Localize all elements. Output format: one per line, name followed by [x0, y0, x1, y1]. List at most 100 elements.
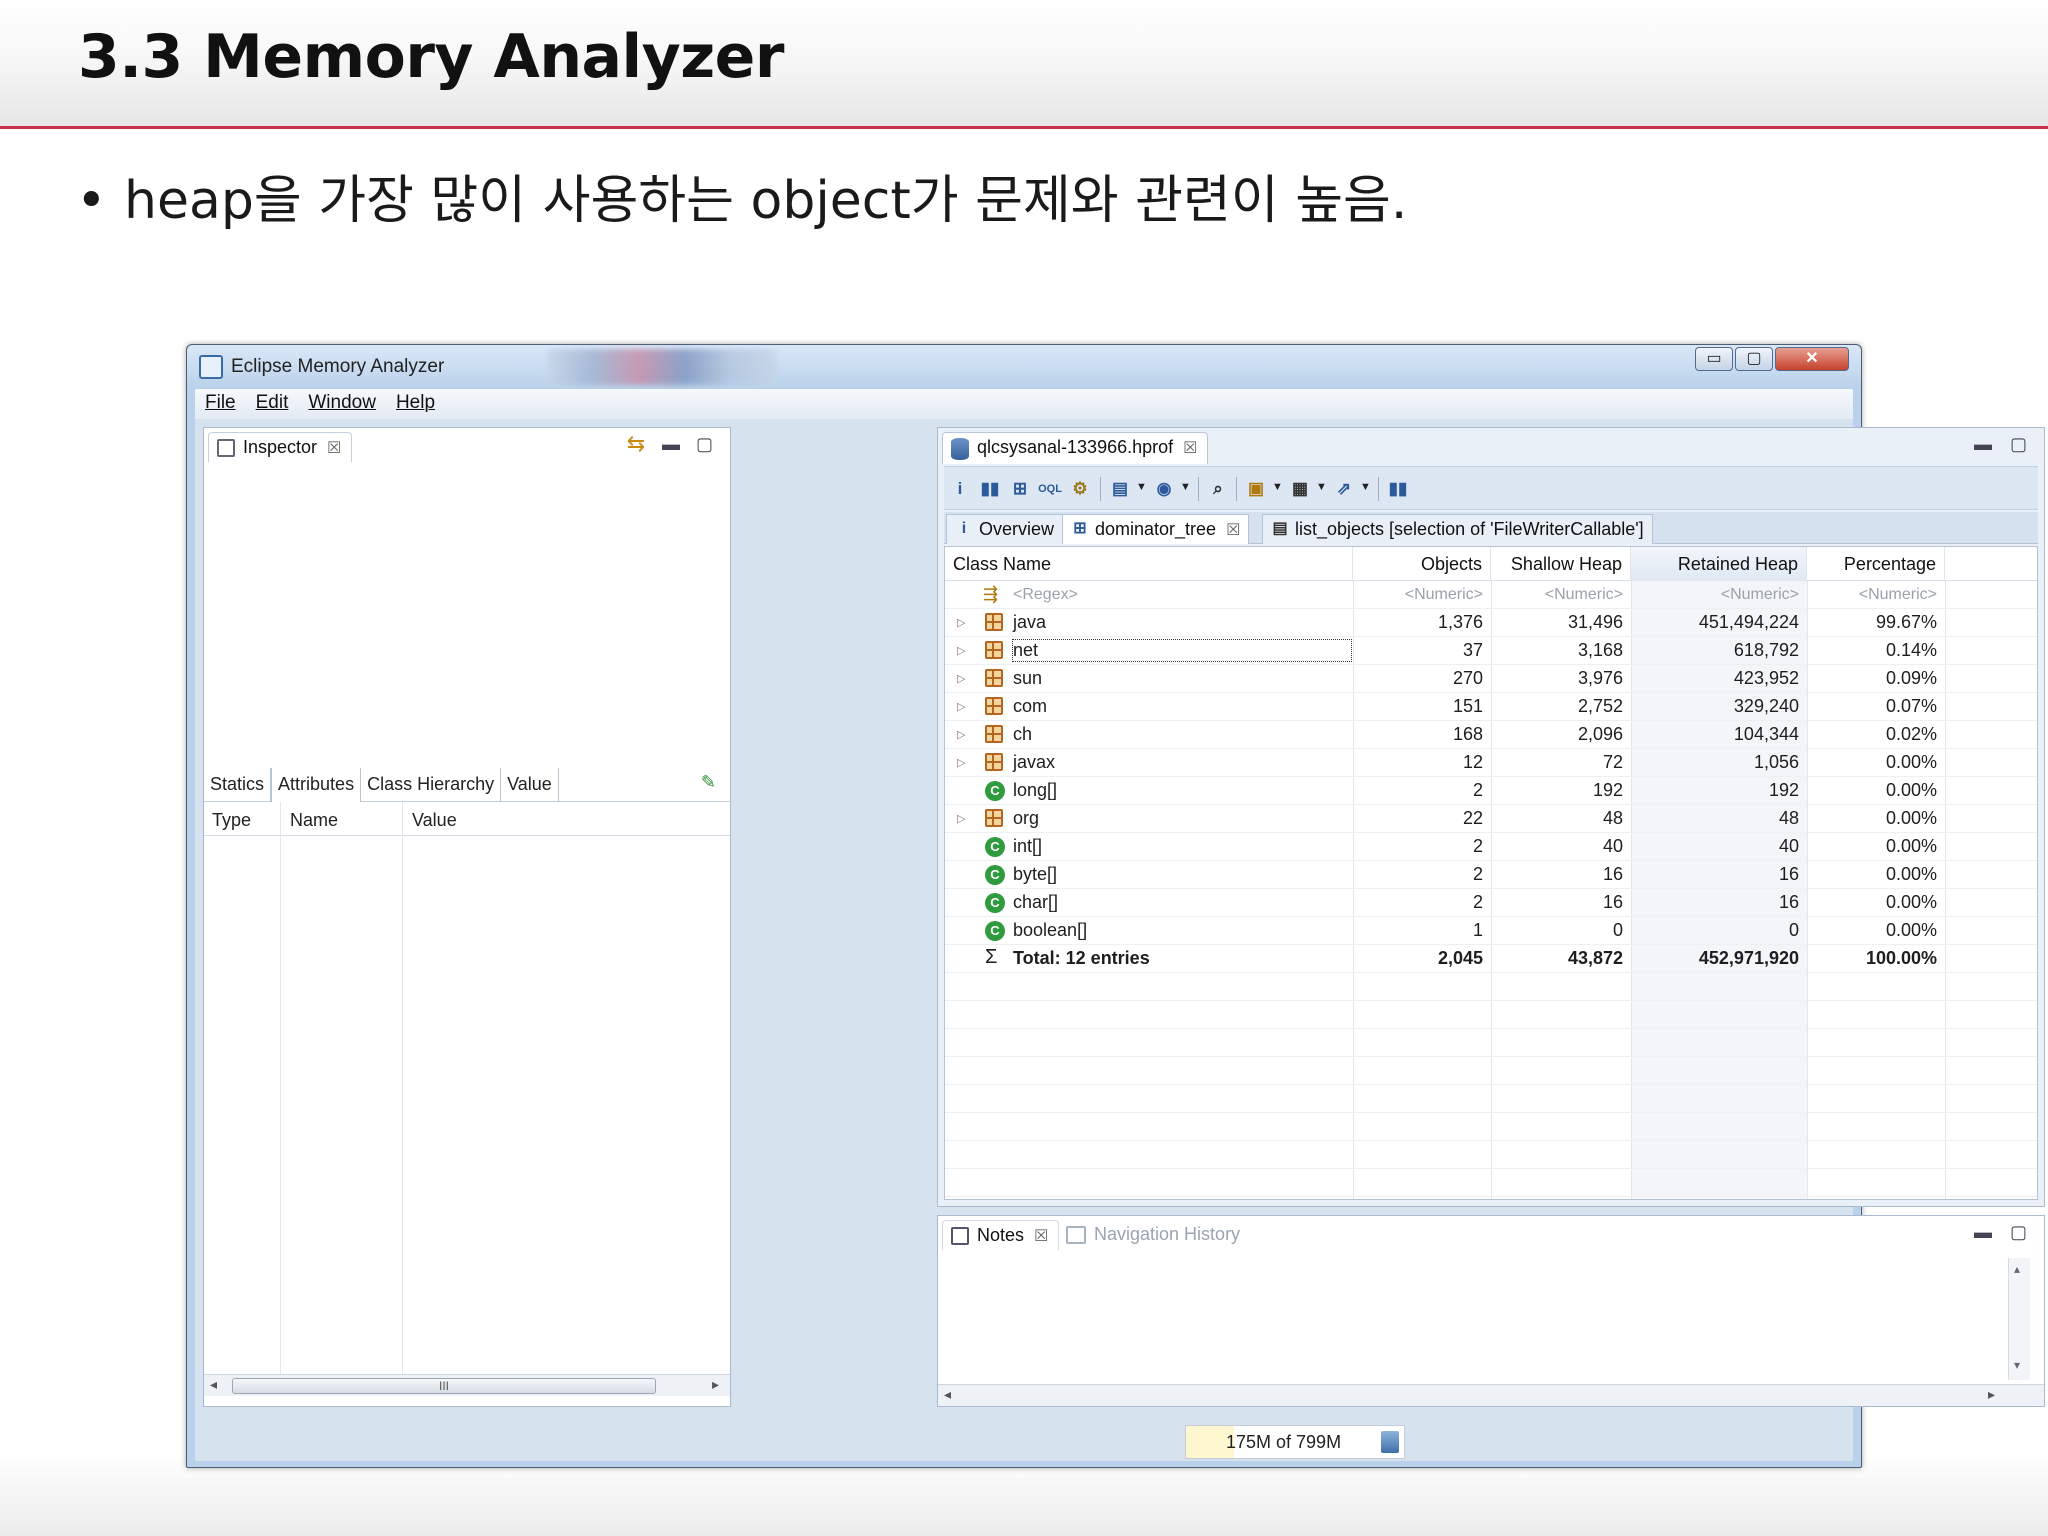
tab-dominator-tree[interactable]: ⊞ dominator_tree ☒ — [1062, 514, 1250, 544]
column-retained-heap[interactable]: Retained Heap — [1631, 547, 1807, 581]
info-icon[interactable]: i — [948, 477, 972, 501]
vertical-scrollbar[interactable]: ▴ ▾ — [2008, 1258, 2030, 1380]
maximize-view-icon[interactable]: ▢ — [696, 434, 713, 455]
cell-class-name: net — [1012, 639, 1352, 662]
scroll-up-icon[interactable]: ▴ — [2014, 1262, 2020, 1276]
cell-percentage: 100.00% — [1865, 948, 1937, 968]
inspector-tab[interactable]: Inspector ☒ — [208, 432, 353, 462]
close-icon[interactable]: ☒ — [1183, 440, 1197, 457]
chevron-down-icon[interactable]: ▼ — [1360, 481, 1371, 493]
tab-overview[interactable]: i Overview — [946, 514, 1064, 544]
scroll-thumb[interactable]: III — [232, 1378, 656, 1394]
group-by-icon[interactable]: ▣ — [1244, 477, 1268, 501]
cell-class-name: byte[] — [1013, 864, 1058, 884]
column-shallow-heap[interactable]: Shallow Heap — [1491, 547, 1631, 581]
horizontal-scrollbar[interactable]: ◂ III ▸ — [204, 1374, 730, 1396]
retained-icon[interactable]: ▮▮ — [1386, 477, 1410, 501]
expand-icon[interactable]: ▷ — [957, 700, 965, 713]
table-row[interactable]: ▷ org 22 48 48 0.00% — [945, 805, 2037, 833]
tab-statics[interactable]: Statics — [204, 768, 272, 802]
search-icon[interactable]: ⌕ — [1206, 477, 1230, 501]
export-icon[interactable]: ⇗ — [1332, 477, 1356, 501]
tab-list-objects[interactable]: ▤ list_objects [selection of 'FileWriterC… — [1262, 514, 1653, 544]
table-row[interactable]: ▷ com 151 2,752 329,240 0.07% — [945, 693, 2037, 721]
cell-retained: 451,494,224 — [1698, 612, 1799, 632]
oql-icon[interactable]: OQL — [1038, 477, 1062, 501]
column-class-name[interactable]: Class Name — [945, 547, 1353, 581]
menu-edit[interactable]: Edit — [246, 389, 299, 414]
chevron-down-icon[interactable]: ▼ — [1180, 481, 1191, 493]
table-row[interactable]: ▷ ch 168 2,096 104,344 0.02% — [945, 721, 2037, 749]
expand-icon[interactable]: ▷ — [957, 812, 965, 825]
table-row[interactable]: Cchar[] 2 16 16 0.00% — [945, 889, 2037, 917]
horizontal-scrollbar[interactable]: ◂ ▸ — [938, 1384, 2044, 1406]
cell-retained: 0 — [1788, 920, 1799, 940]
cell-shallow: 31,496 — [1567, 612, 1623, 632]
table-row[interactable]: ▷ javax 12 72 1,056 0.00% — [945, 749, 2037, 777]
expand-icon[interactable]: ▷ — [957, 728, 965, 741]
table-row[interactable]: Clong[] 2 192 192 0.00% — [945, 777, 2037, 805]
column-name[interactable]: Name — [290, 810, 338, 831]
gear-icon[interactable]: ⚙ — [1068, 477, 1092, 501]
heap-status[interactable]: 175M of 799M — [1185, 1425, 1405, 1459]
maximize-button[interactable]: ▢ — [1735, 347, 1773, 371]
close-icon[interactable]: ☒ — [1034, 1228, 1048, 1245]
pin-icon[interactable]: ✎ — [701, 772, 716, 793]
navigation-history-tab[interactable]: Navigation History — [1066, 1224, 1240, 1245]
table-row[interactable]: ▷ java 1,376 31,496 451,494,224 99.67% — [945, 609, 2037, 637]
menu-help[interactable]: Help — [386, 389, 445, 414]
link-with-view-icon[interactable]: ⇆ — [624, 432, 648, 456]
total-row[interactable]: Σ Total: 12 entries 2,045 43,872 452,971,920… — [945, 945, 2037, 973]
close-button[interactable]: ✕ — [1775, 347, 1849, 371]
column-percentage[interactable]: Percentage — [1807, 547, 1945, 581]
title-bar[interactable]: Eclipse Memory Analyzer ▭ ▢ ✕ — [187, 345, 1861, 389]
tab-list-objects-label: list_objects [selection of 'FileWriterCa… — [1295, 519, 1644, 539]
table-row[interactable]: Cboolean[] 1 0 0 0.00% — [945, 917, 2037, 945]
tab-class-hierarchy[interactable]: Class Hierarchy — [361, 768, 502, 802]
expand-icon[interactable]: ▷ — [957, 644, 965, 657]
scroll-down-icon[interactable]: ▾ — [2014, 1358, 2020, 1372]
histogram-icon[interactable]: ▮▮ — [978, 477, 1002, 501]
table-row[interactable]: Cint[] 2 40 40 0.00% — [945, 833, 2037, 861]
table-row[interactable]: Cbyte[] 2 16 16 0.00% — [945, 861, 2037, 889]
minimize-view-icon[interactable]: ▬ — [662, 434, 680, 455]
scroll-right-icon[interactable]: ▸ — [712, 1376, 719, 1393]
heap-dump-icon[interactable]: ◉ — [1152, 477, 1176, 501]
tab-value[interactable]: Value — [501, 768, 559, 802]
maximize-view-icon[interactable]: ▢ — [2010, 434, 2027, 455]
tab-attributes[interactable]: Attributes — [271, 768, 362, 802]
table-row[interactable]: ▷ net 37 3,168 618,792 0.14% — [945, 637, 2037, 665]
column-objects[interactable]: Objects — [1353, 547, 1491, 581]
menu-file[interactable]: File — [195, 389, 246, 414]
menu-window[interactable]: Window — [298, 389, 386, 414]
maximize-view-icon[interactable]: ▢ — [2010, 1222, 2027, 1243]
column-type[interactable]: Type — [212, 810, 251, 831]
expand-icon[interactable]: ▷ — [957, 672, 965, 685]
scroll-right-icon[interactable]: ▸ — [1988, 1386, 1995, 1403]
trash-icon[interactable] — [1381, 1431, 1399, 1453]
minimize-view-icon[interactable]: ▬ — [1974, 1222, 1992, 1243]
expand-icon[interactable]: ▷ — [957, 756, 965, 769]
chevron-down-icon[interactable]: ▼ — [1272, 481, 1283, 493]
scroll-left-icon[interactable]: ◂ — [944, 1386, 951, 1403]
package-icon — [985, 697, 1003, 715]
cell-name[interactable]: <Regex> — [1013, 586, 1078, 604]
menu-bar: File Edit Window Help — [195, 389, 1853, 419]
dominator-tree-icon[interactable]: ⊞ — [1008, 477, 1032, 501]
chevron-down-icon[interactable]: ▼ — [1136, 481, 1147, 493]
minimize-button[interactable]: ▭ — [1695, 347, 1733, 371]
hprof-file-tab[interactable]: qlcsysanal-133966.hprof ☒ — [942, 432, 1209, 464]
query-browser-icon[interactable]: ▤ — [1108, 477, 1132, 501]
notes-tab[interactable]: Notes ☒ — [942, 1220, 1060, 1250]
table-row[interactable]: ▷ sun 270 3,976 423,952 0.09% — [945, 665, 2037, 693]
minimize-view-icon[interactable]: ▬ — [1974, 434, 1992, 455]
scroll-left-icon[interactable]: ◂ — [210, 1376, 217, 1393]
expand-icon[interactable]: ▷ — [957, 616, 965, 629]
calculate-icon[interactable]: ▦ — [1288, 477, 1312, 501]
table-header: Class Name Objects Shallow Heap Retained… — [945, 547, 2037, 581]
chevron-down-icon[interactable]: ▼ — [1316, 481, 1327, 493]
close-icon[interactable]: ☒ — [327, 440, 341, 457]
close-icon[interactable]: ☒ — [1226, 522, 1240, 539]
column-value[interactable]: Value — [412, 810, 457, 831]
filter-row[interactable]: ⇶ <Regex> <Numeric> <Numeric> <Numeric> <Nume… — [945, 581, 2037, 609]
